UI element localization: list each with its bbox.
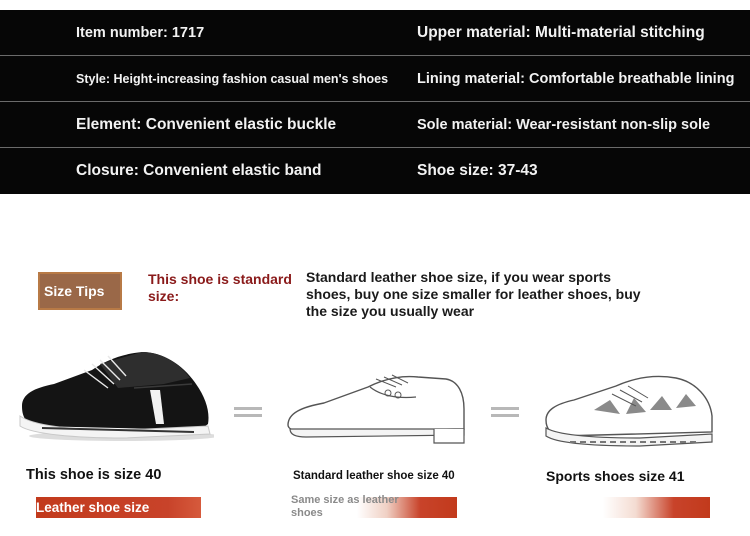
sports-shoe-caption: Sports shoes size 41	[546, 468, 685, 484]
equals-icon	[491, 405, 519, 419]
spec-element: Element: Convenient elastic buckle	[76, 116, 337, 133]
standard-size-label: This shoe is standard size:	[148, 271, 292, 304]
sports-size-bar	[545, 497, 710, 518]
same-size-bar-label: Same size as leather shoes	[291, 494, 399, 519]
spec-upper-material: Upper material: Multi-material stitching	[417, 24, 705, 41]
size-tips-description: Standard leather shoe size, if you wear …	[306, 269, 641, 319]
spec-row: Closure: Convenient elastic band Shoe si…	[0, 148, 750, 194]
spec-shoe-size: Shoe size: 37-43	[417, 162, 538, 179]
spec-row: Style: Height-increasing fashion casual …	[0, 56, 750, 102]
this-shoe-caption: This shoe is size 40	[26, 467, 162, 483]
same-size-bar: Same size as leather shoes	[290, 494, 457, 519]
product-detail-page: Item number: 1717 Upper material: Multi-…	[0, 0, 750, 536]
spec-lining-material: Lining material: Comfortable breathable …	[417, 71, 735, 87]
spec-closure: Closure: Convenient elastic band	[76, 162, 322, 179]
spec-row: Item number: 1717 Upper material: Multi-…	[0, 10, 750, 56]
equals-icon	[234, 405, 262, 419]
spec-row: Element: Convenient elastic buckle Sole …	[0, 102, 750, 148]
spec-style: Style: Height-increasing fashion casual …	[76, 72, 389, 86]
sports-shoe-icon	[545, 375, 713, 447]
leather-shoe-caption: Standard leather shoe size 40	[293, 470, 455, 482]
black-sneaker-icon	[19, 352, 214, 441]
spec-item-number: Item number: 1717	[76, 25, 205, 41]
leather-size-bar-label: Leather shoe size	[36, 500, 150, 515]
spec-sole-material: Sole material: Wear-resistant non-slip s…	[417, 117, 711, 133]
specification-table: Item number: 1717 Upper material: Multi-…	[0, 10, 750, 194]
leather-size-bar: Leather shoe size	[36, 497, 201, 518]
size-tips-badge: Size Tips	[38, 272, 122, 310]
leather-shoe-icon	[287, 374, 465, 444]
